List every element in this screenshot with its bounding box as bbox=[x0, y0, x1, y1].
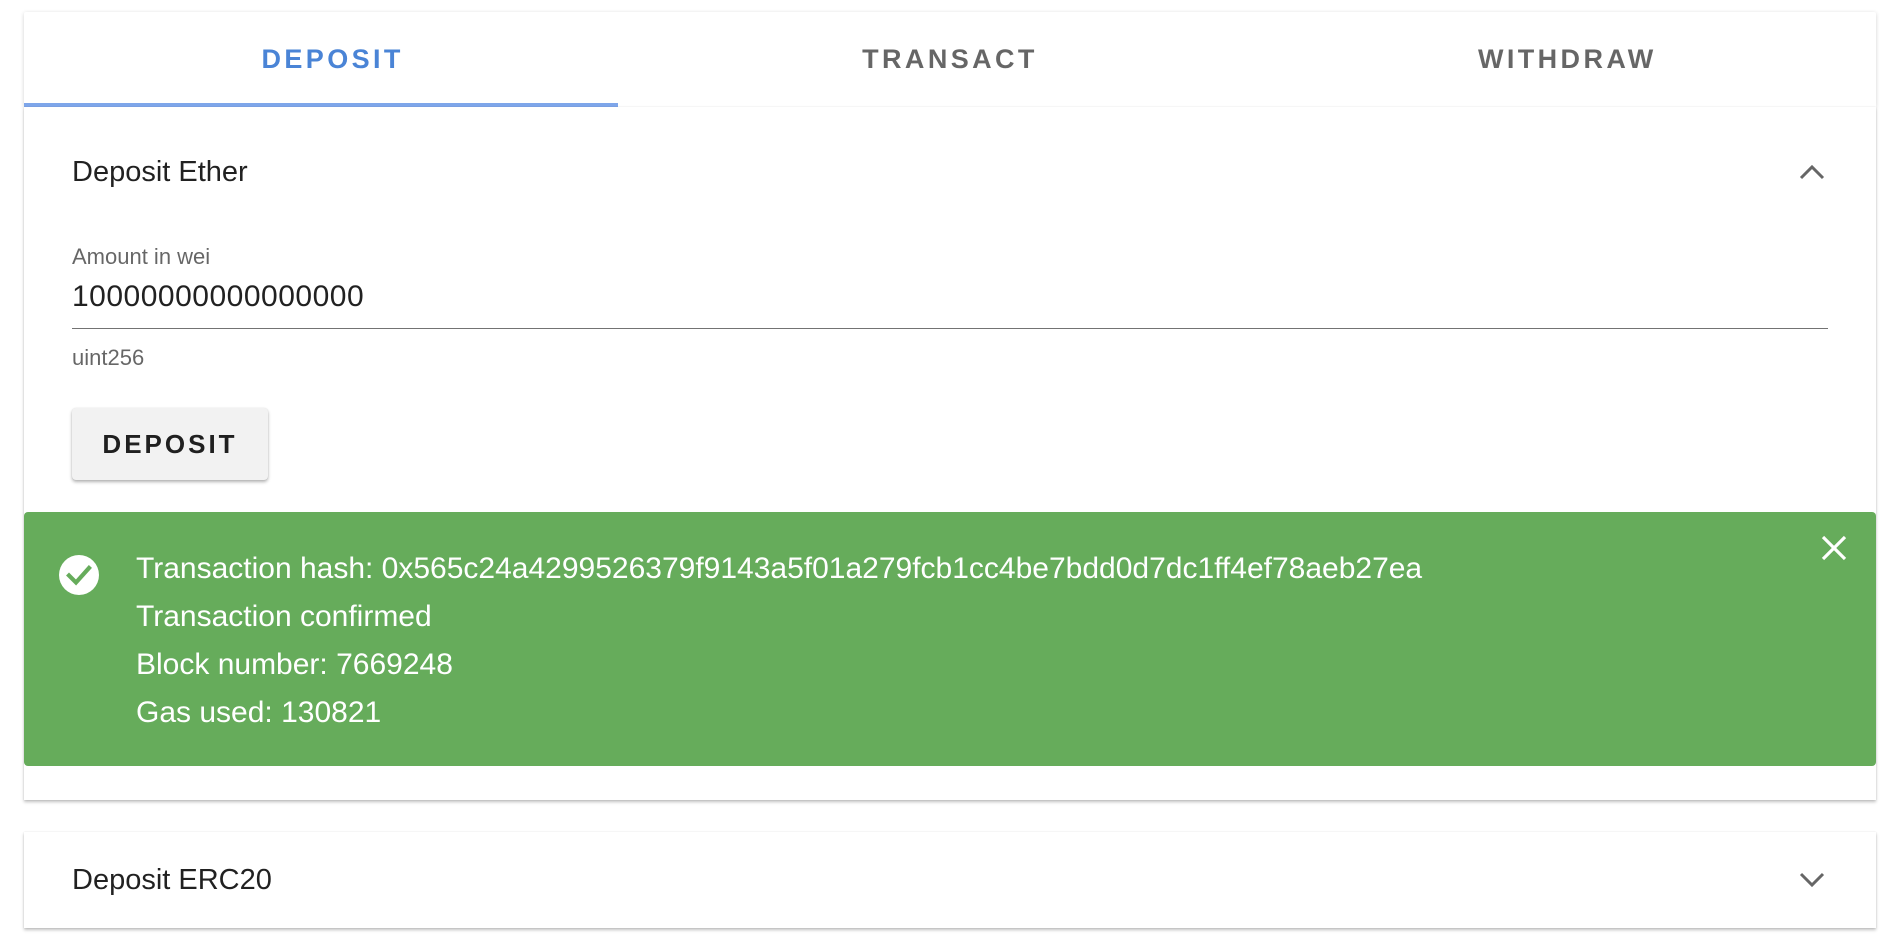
chevron-down-icon[interactable] bbox=[1796, 864, 1828, 896]
deposit-ether-title: Deposit Ether bbox=[72, 155, 248, 188]
alert-line-gas: Gas used: 130821 bbox=[136, 696, 382, 729]
close-icon[interactable] bbox=[1816, 530, 1852, 566]
amount-helper-text: uint256 bbox=[72, 345, 145, 370]
amount-input[interactable] bbox=[72, 274, 1828, 329]
tab-withdraw[interactable]: WITHDRAW bbox=[1259, 12, 1876, 107]
alert-line-status: Transaction confirmed bbox=[136, 600, 432, 633]
alert-line-block: Block number: 7669248 bbox=[136, 648, 453, 681]
tab-deposit[interactable]: DEPOSIT bbox=[24, 12, 641, 107]
alert-message: Transaction hash: 0x565c24a4299526379f91… bbox=[136, 545, 1756, 737]
page: DEPOSIT TRANSACT WITHDRAW Deposit Ether … bbox=[0, 0, 1900, 944]
tab-bar: DEPOSIT TRANSACT WITHDRAW bbox=[24, 12, 1876, 107]
deposit-ether-header[interactable]: Deposit Ether bbox=[72, 142, 1828, 202]
success-alert: Transaction hash: 0x565c24a4299526379f91… bbox=[24, 512, 1876, 766]
check-circle-icon bbox=[58, 554, 100, 596]
amount-field: Amount in wei uint256 bbox=[72, 244, 1828, 371]
deposit-erc20-title: Deposit ERC20 bbox=[72, 863, 272, 896]
deposit-button[interactable]: DEPOSIT bbox=[72, 408, 268, 480]
chevron-up-icon[interactable] bbox=[1796, 156, 1828, 188]
tab-transact[interactable]: TRANSACT bbox=[641, 12, 1258, 107]
amount-label: Amount in wei bbox=[72, 244, 211, 269]
alert-line-hash: Transaction hash: 0x565c24a4299526379f91… bbox=[136, 552, 1423, 585]
deposit-erc20-panel: Deposit ERC20 bbox=[24, 832, 1876, 928]
deposit-ether-panel: Deposit Ether Amount in wei uint256 DEPO… bbox=[24, 107, 1876, 800]
deposit-erc20-header[interactable]: Deposit ERC20 bbox=[72, 850, 1828, 910]
